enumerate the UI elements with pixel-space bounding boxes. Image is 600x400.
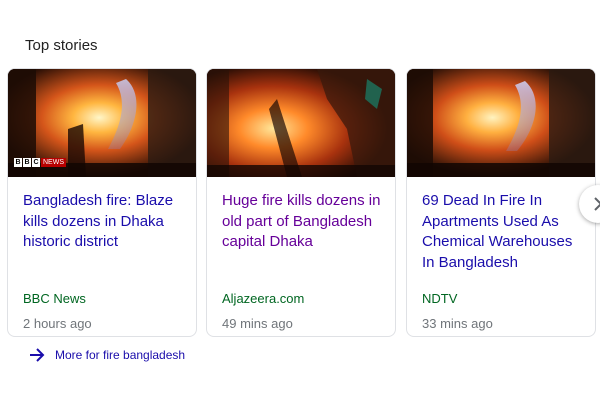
arrow-right-icon [30,348,45,362]
bbc-news-logo: B B C NEWS [14,158,66,167]
story-source: BBC News [23,291,86,306]
story-card-body: Huge fire kills dozens in old part of Ba… [222,177,385,336]
more-stories-label: More for fire bangladesh [55,348,186,362]
chevron-right-icon [594,197,600,211]
story-time: 2 hours ago [23,316,92,331]
more-stories-link[interactable]: More for fire bangladesh [28,345,185,365]
story-thumbnail[interactable] [207,69,395,177]
story-thumbnail[interactable] [407,69,595,177]
story-card-body: Bangladesh fire: Blaze kills dozens in D… [23,177,186,336]
story-headline[interactable]: Bangladesh fire: Blaze kills dozens in D… [23,191,186,253]
story-headline[interactable]: 69 Dead In Fire In Apartments Used As Ch… [422,191,585,273]
story-card[interactable]: Huge fire kills dozens in old part of Ba… [206,68,396,337]
story-time: 49 mins ago [222,316,293,331]
story-card[interactable]: B B C NEWS Bangladesh fire: Blaze kills … [7,68,197,337]
story-source: NDTV [422,291,458,306]
story-thumbnail[interactable]: B B C NEWS [8,69,196,177]
story-time: 33 mins ago [422,316,493,331]
top-stories-carousel: B B C NEWS Bangladesh fire: Blaze kills … [7,68,600,339]
section-title: Top stories [25,37,98,54]
story-source: Aljazeera.com [222,291,305,306]
top-stories-page: Top stories B B C NEWS Bangladesh fire: … [0,0,600,400]
story-headline[interactable]: Huge fire kills dozens in old part of Ba… [222,191,385,253]
story-card-body: 69 Dead In Fire In Apartments Used As Ch… [422,177,585,336]
story-card[interactable]: 69 Dead In Fire In Apartments Used As Ch… [406,68,596,337]
